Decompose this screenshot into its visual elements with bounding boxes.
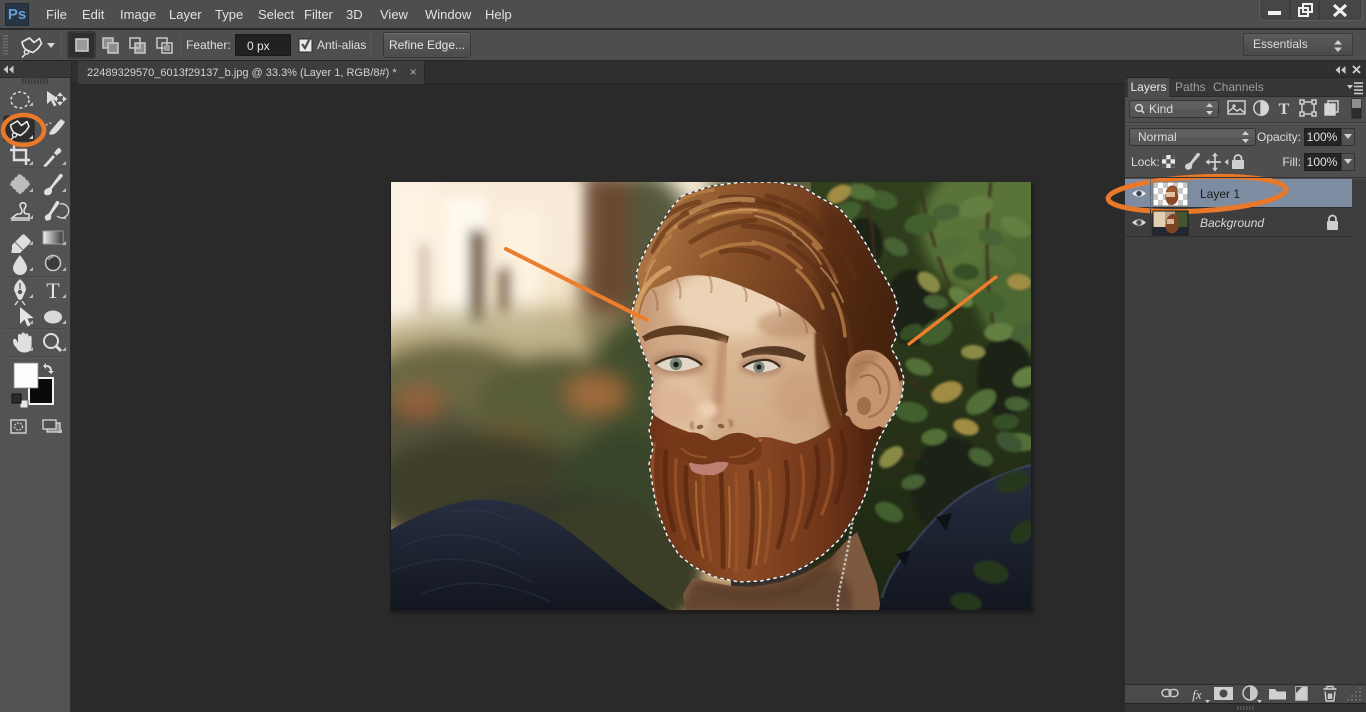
svg-text:Kind: Kind	[1149, 102, 1173, 116]
svg-text:100%: 100%	[1307, 130, 1338, 144]
svg-text:fx: fx	[1192, 687, 1202, 702]
svg-text:T: T	[46, 278, 60, 303]
svg-text:100%: 100%	[1307, 155, 1338, 169]
svg-text:T: T	[1279, 101, 1290, 118]
svg-text:Fill:: Fill:	[1282, 155, 1301, 169]
svg-text:Normal: Normal	[1138, 130, 1177, 144]
svg-text:Lock:: Lock:	[1131, 155, 1160, 169]
svg-text:Layer 1: Layer 1	[1200, 187, 1240, 201]
svg-text:Background: Background	[1200, 216, 1264, 230]
svg-text:Opacity:: Opacity:	[1257, 130, 1301, 144]
